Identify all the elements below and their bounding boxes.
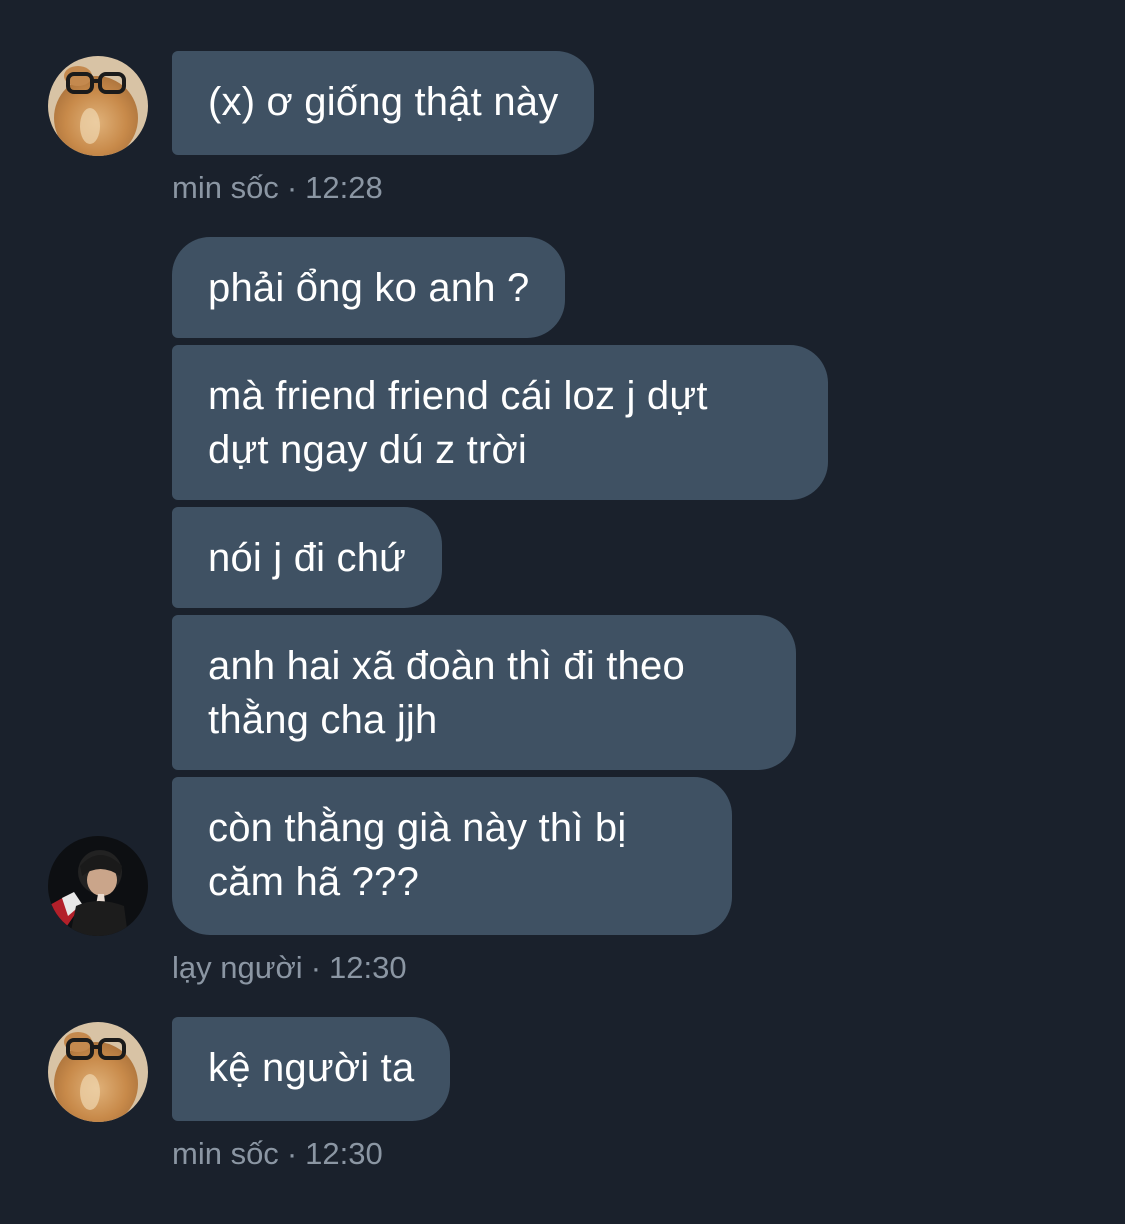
message-meta: min sốc · 12:28 [172,170,383,206]
person-praying-avatar-icon [48,836,148,936]
message-bubble[interactable]: còn thằng già này thì bị căm hã ??? [172,777,732,935]
message-bubble[interactable]: phải ổng ko anh ? [172,237,566,338]
meta-separator: · [286,1136,298,1171]
sender-name: min sốc [172,1136,279,1171]
message-bubble[interactable]: anh hai xã đoàn thì đi theo thằng cha jj… [172,615,796,770]
message-bubble[interactable]: kệ người ta [172,1017,451,1121]
timestamp: 12:30 [305,1136,383,1171]
message-bubble[interactable]: mà friend friend cái loz j dựt dựt ngay … [172,345,828,500]
sender-name: lạy người [172,950,303,985]
message-bubble[interactable]: nói j đi chứ [172,507,443,608]
message-meta: lạy người · 12:30 [172,950,407,986]
cat-with-glasses-avatar-icon [48,1022,148,1122]
timestamp: 12:28 [305,170,383,205]
message-meta: min sốc · 12:30 [172,1136,383,1172]
cat-with-glasses-avatar-icon [48,56,148,156]
avatar-min-soc[interactable] [48,56,148,156]
timestamp: 12:30 [329,950,407,985]
avatar-min-soc[interactable] [48,1022,148,1122]
meta-separator: · [310,950,322,985]
meta-separator: · [286,170,298,205]
sender-name: min sốc [172,170,279,205]
avatar-lay-nguoi[interactable] [48,836,148,936]
message-bubble[interactable]: (x) ơ giống thật này [172,51,595,155]
chat-thread: (x) ơ giống thật này min sốc · 12:28 phải … [0,0,1125,1224]
